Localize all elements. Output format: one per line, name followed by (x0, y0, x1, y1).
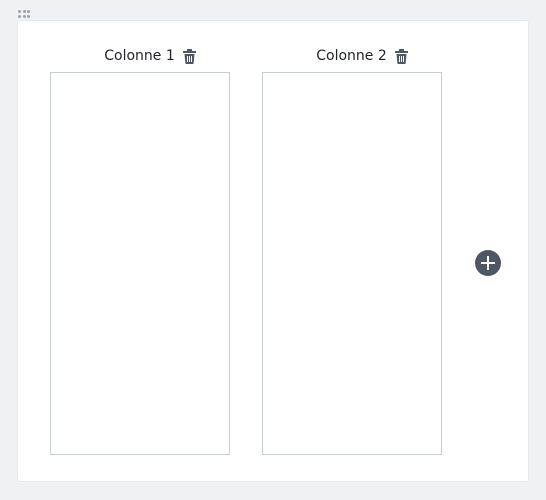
trash-icon[interactable] (394, 48, 408, 64)
column-header: Colonne 1 (60, 46, 240, 66)
column-dropzone[interactable] (50, 72, 230, 455)
add-column-button[interactable] (475, 250, 501, 276)
column-title: Colonne 1 (104, 48, 175, 64)
trash-icon[interactable] (182, 48, 196, 64)
column-dropzone[interactable] (262, 72, 442, 455)
column-title: Colonne 2 (316, 48, 387, 64)
column-header: Colonne 2 (272, 46, 452, 66)
plus-icon (481, 256, 495, 270)
columns-block: Colonne 1 Colonne 2 (18, 21, 528, 481)
drag-handle-icon[interactable] (18, 10, 30, 18)
